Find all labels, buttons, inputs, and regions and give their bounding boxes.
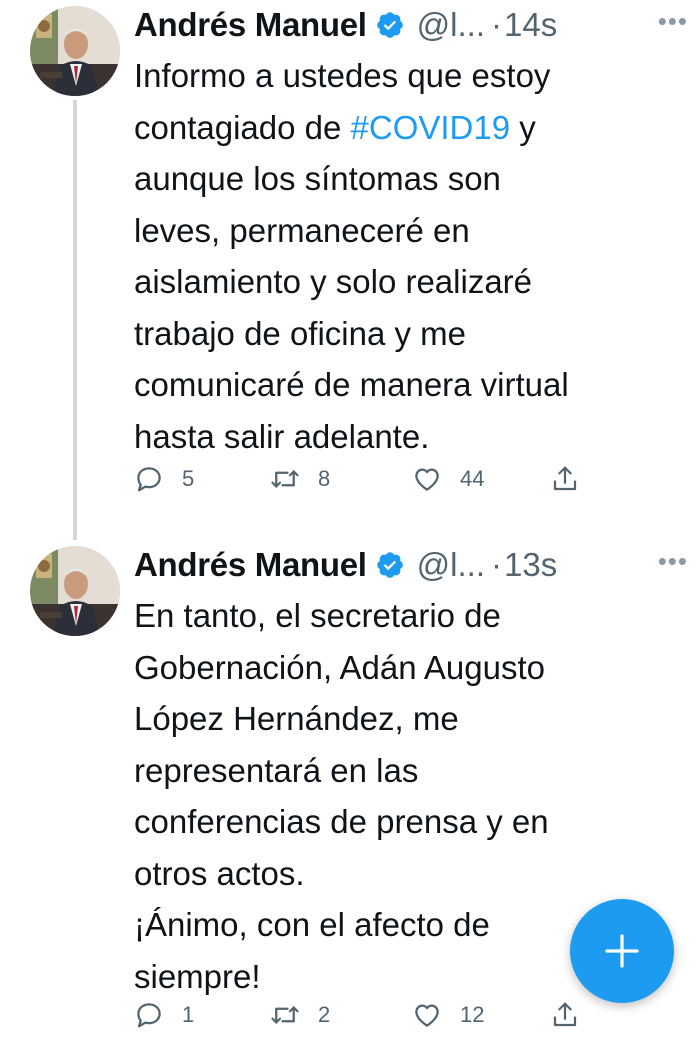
share-button[interactable] <box>550 464 598 494</box>
text-line: otros actos. <box>134 854 305 892</box>
reply-icon <box>134 464 182 494</box>
like-count: 44 <box>460 466 485 491</box>
text-fragment: contagiado de <box>134 108 351 146</box>
text-line: representará en las <box>134 751 419 789</box>
text-line: Informo a ustedes que estoy <box>134 57 551 94</box>
verified-badge-icon <box>375 550 405 580</box>
avatar[interactable] <box>30 546 120 636</box>
reply-count: 1 <box>182 1002 195 1027</box>
separator-dot: · <box>491 546 502 583</box>
text-line: López Hernández, me <box>134 700 459 737</box>
hashtag-link[interactable]: #COVID19 <box>351 109 511 146</box>
reply-count: 5 <box>182 466 195 491</box>
text-line: hasta salir adelante. <box>134 417 430 455</box>
reply-icon <box>134 1000 182 1030</box>
text-line: Gobernación, Adán Augusto <box>134 648 545 686</box>
retweet-icon <box>270 1000 318 1030</box>
tweet-header: Andrés Manuel @l... · 14s <box>134 0 674 50</box>
separator-dot: · <box>491 6 502 43</box>
text-line: aislamiento y solo realizaré <box>134 263 533 300</box>
retweet-count: 8 <box>318 466 331 491</box>
text-line: En tanto, el secretario de <box>134 597 501 634</box>
like-count: 12 <box>460 1002 485 1027</box>
timestamp[interactable]: 14s <box>504 6 557 44</box>
text-line: leves, permaneceré en <box>134 211 470 249</box>
tweet-text: Informo a ustedes que estoy contagiado d… <box>134 50 674 462</box>
text-line: aunque los síntomas son <box>134 160 501 197</box>
more-horizontal-icon[interactable]: ••• <box>658 546 688 577</box>
text-line: comunicaré de manera virtual <box>134 366 569 403</box>
share-button[interactable] <box>550 1000 598 1030</box>
like-button[interactable]: 44 <box>412 464 484 494</box>
thread-connector-line <box>73 100 77 540</box>
like-button[interactable]: 12 <box>412 1000 484 1030</box>
retweet-count: 2 <box>318 1002 331 1027</box>
share-icon <box>550 464 598 494</box>
text-line: contagiado de #COVID19 y <box>134 102 674 154</box>
retweet-icon <box>270 464 318 494</box>
share-icon <box>550 1000 598 1030</box>
heart-icon <box>412 464 460 494</box>
tweet-actions: 1 2 12 <box>134 1000 584 1040</box>
avatar[interactable] <box>30 6 120 96</box>
compose-tweet-button[interactable] <box>570 899 674 1003</box>
more-horizontal-icon[interactable]: ••• <box>658 6 688 37</box>
retweet-button[interactable]: 8 <box>270 464 330 494</box>
verified-badge-icon <box>375 10 405 40</box>
tweet-actions: 5 8 44 <box>134 464 584 504</box>
author-handle[interactable]: @l... <box>417 6 485 44</box>
author-name[interactable]: Andrés Manuel <box>134 546 367 584</box>
tweet[interactable]: Andrés Manuel @l... · 14s ••• Informo a … <box>0 0 696 540</box>
reply-button[interactable]: 1 <box>134 1000 194 1030</box>
tweet-header: Andrés Manuel @l... · 13s <box>134 540 674 590</box>
plus-icon <box>602 931 642 971</box>
author-name[interactable]: Andrés Manuel <box>134 6 367 44</box>
heart-icon <box>412 1000 460 1030</box>
reply-button[interactable]: 5 <box>134 464 194 494</box>
retweet-button[interactable]: 2 <box>270 1000 330 1030</box>
text-line: trabajo de oficina y me <box>134 314 467 352</box>
author-handle[interactable]: @l... <box>417 546 485 584</box>
timestamp[interactable]: 13s <box>504 546 557 584</box>
text-fragment: y <box>510 108 536 146</box>
text-line: conferencias de prensa y en <box>134 803 549 840</box>
